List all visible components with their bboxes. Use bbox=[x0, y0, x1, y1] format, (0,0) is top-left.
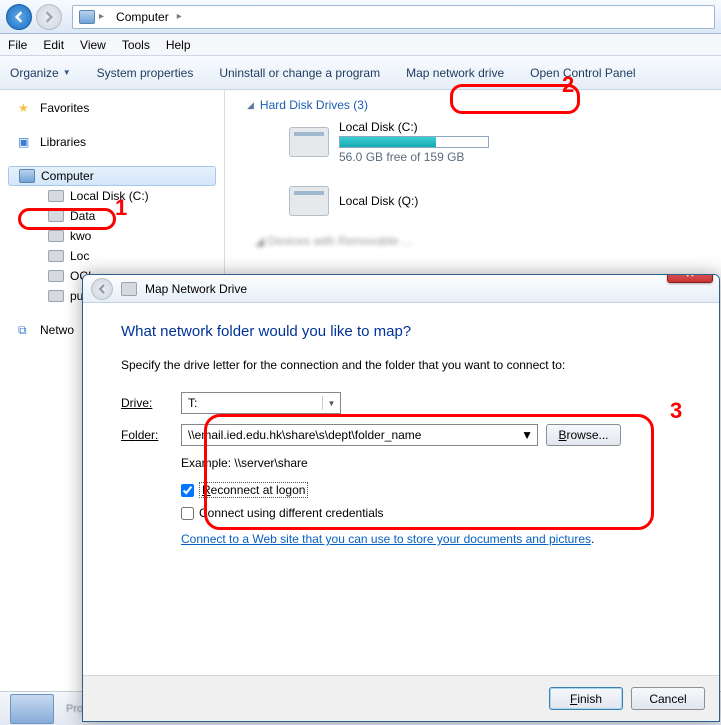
menu-file[interactable]: File bbox=[8, 38, 27, 52]
connect-website-link[interactable]: Connect to a Web site that you can use t… bbox=[181, 532, 591, 546]
drive-icon bbox=[121, 282, 137, 296]
disk-usage-bar bbox=[339, 136, 489, 148]
reconnect-row: Reconnect at logon bbox=[181, 482, 681, 498]
map-network-drive-dialog: Map Network Drive What network folder wo… bbox=[82, 274, 720, 722]
menu-edit[interactable]: Edit bbox=[43, 38, 64, 52]
network-icon: ⧉ bbox=[18, 323, 34, 337]
menu-help[interactable]: Help bbox=[166, 38, 191, 52]
chevron-down-icon: ▼ bbox=[322, 396, 336, 410]
tree-drive-c[interactable]: Local Disk (C:) bbox=[38, 186, 224, 206]
section-removable: ◢ Devices with Removable ... bbox=[255, 234, 721, 248]
tree-drive-kwo[interactable]: kwo bbox=[38, 226, 224, 246]
forward-button[interactable] bbox=[36, 4, 62, 30]
drive-icon bbox=[48, 290, 64, 302]
different-credentials-checkbox[interactable] bbox=[181, 507, 194, 520]
breadcrumb-computer[interactable]: Computer▸ bbox=[110, 6, 188, 28]
drive-item-c[interactable]: Local Disk (C:) 56.0 GB free of 159 GB bbox=[289, 120, 721, 164]
reconnect-checkbox[interactable] bbox=[181, 484, 194, 497]
back-button[interactable] bbox=[91, 278, 113, 300]
menu-tools[interactable]: Tools bbox=[122, 38, 150, 52]
drive-free-text: 56.0 GB free of 159 GB bbox=[339, 150, 489, 164]
drive-name: Local Disk (C:) bbox=[339, 120, 489, 134]
libraries-icon: ▣ bbox=[18, 135, 34, 149]
tree-libraries[interactable]: ▣Libraries bbox=[8, 132, 224, 152]
collapse-icon: ◢ bbox=[247, 100, 254, 111]
dialog-heading: What network folder would you like to ma… bbox=[121, 323, 681, 340]
drive-name: Local Disk (Q:) bbox=[339, 194, 418, 208]
drive-icon bbox=[48, 250, 64, 262]
annotation-2: 2 bbox=[562, 72, 574, 98]
tree-drive-loc[interactable]: Loc bbox=[38, 246, 224, 266]
breadcrumb-root[interactable]: ▸ bbox=[73, 6, 110, 28]
annotation-1: 1 bbox=[115, 195, 127, 221]
dialog-instruction: Specify the drive letter for the connect… bbox=[121, 358, 681, 372]
drive-label: Drive: bbox=[121, 396, 181, 410]
system-properties-button[interactable]: System properties bbox=[97, 66, 194, 80]
star-icon: ★ bbox=[18, 101, 34, 115]
menu-view[interactable]: View bbox=[80, 38, 106, 52]
drive-icon bbox=[289, 186, 329, 216]
open-control-panel-button[interactable]: Open Control Panel bbox=[530, 66, 635, 80]
tree-favorites[interactable]: ★Favorites bbox=[8, 98, 224, 118]
folder-label: Folder: bbox=[121, 428, 181, 442]
connect-website-link-row: Connect to a Web site that you can use t… bbox=[181, 532, 681, 546]
nav-bar: ▸ Computer▸ bbox=[0, 0, 721, 34]
drive-letter-select[interactable]: T:▼ bbox=[181, 392, 341, 414]
map-network-drive-button[interactable]: Map network drive bbox=[406, 66, 504, 80]
cancel-button[interactable]: Cancel bbox=[631, 687, 705, 710]
drive-icon bbox=[289, 127, 329, 157]
uninstall-button[interactable]: Uninstall or change a program bbox=[219, 66, 380, 80]
toolbar: Organize▼ System properties Uninstall or… bbox=[0, 56, 721, 90]
tree-computer[interactable]: Computer bbox=[8, 166, 216, 186]
drive-icon bbox=[48, 190, 64, 202]
back-button[interactable] bbox=[6, 4, 32, 30]
dialog-title: Map Network Drive bbox=[145, 282, 247, 296]
menu-bar: File Edit View Tools Help bbox=[0, 34, 721, 56]
different-credentials-row: Connect using different credentials bbox=[181, 506, 681, 520]
computer-icon bbox=[79, 10, 95, 24]
close-button[interactable] bbox=[667, 274, 713, 283]
drive-icon bbox=[48, 270, 64, 282]
computer-icon bbox=[19, 169, 35, 183]
folder-path-input[interactable]: \\email.ied.edu.hk\share\s\dept\folder_n… bbox=[181, 424, 538, 446]
tree-drive-data[interactable]: Data bbox=[38, 206, 224, 226]
folder-example: Example: \\server\share bbox=[181, 456, 681, 470]
annotation-3: 3 bbox=[670, 398, 682, 424]
finish-button[interactable]: Finish bbox=[549, 687, 623, 710]
dialog-titlebar: Map Network Drive bbox=[83, 275, 719, 303]
drive-icon bbox=[48, 210, 64, 222]
computer-icon bbox=[10, 694, 54, 724]
chevron-down-icon: ▼ bbox=[521, 428, 533, 442]
dialog-footer: Finish Cancel bbox=[83, 675, 719, 721]
section-hard-drives[interactable]: ◢Hard Disk Drives (3) bbox=[247, 98, 721, 112]
drive-item-q[interactable]: Local Disk (Q:) bbox=[289, 186, 721, 216]
browse-button[interactable]: Browse... bbox=[546, 424, 621, 446]
drive-icon bbox=[48, 230, 64, 242]
organize-button[interactable]: Organize▼ bbox=[10, 66, 71, 80]
address-bar[interactable]: ▸ Computer▸ bbox=[72, 5, 715, 29]
